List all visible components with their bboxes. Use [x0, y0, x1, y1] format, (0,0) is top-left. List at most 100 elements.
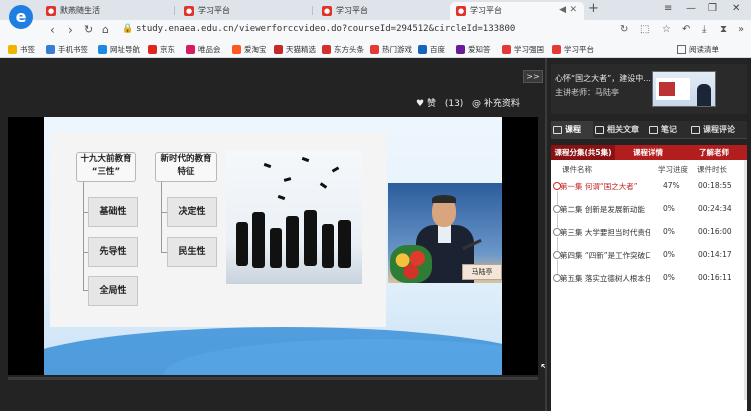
graduates-photo	[226, 150, 362, 284]
browser-logo-icon[interactable]: e	[9, 5, 33, 29]
lesson-row[interactable]: 第五集 落实立德树人根本任务 0% 00:16:11	[551, 269, 747, 289]
diagram-heading-left: 十九大前教育 “三性”	[76, 152, 136, 182]
globe-icon	[98, 45, 107, 54]
site-icon	[502, 45, 511, 54]
download-icon[interactable]: ⤓	[702, 24, 706, 35]
browser-window: ● 默燕随生活 ● 学习平台 ● 学习平台 ● 学习平台 ◀ ✕ + ≡ — ❐…	[0, 0, 751, 411]
supplement-link[interactable]: @ 补充资料	[472, 96, 520, 109]
extensions-icon[interactable]: ⬚	[640, 24, 649, 35]
bookmark-item[interactable]: 书签	[8, 44, 35, 55]
tab-related-articles[interactable]: 相关文章	[593, 121, 647, 139]
reload-icon[interactable]: ↻	[84, 23, 93, 36]
address-bar: ‹ › ↻ ⌂ 🔒 study.enaea.edu.cn/viewerforcc…	[0, 20, 751, 41]
note-icon	[649, 126, 658, 134]
like-button[interactable]: ♥ 赞 (13)	[416, 96, 463, 109]
lock-icon: 🔒	[122, 24, 134, 34]
collapse-panel-button[interactable]: >>	[523, 70, 543, 83]
video-progress-bar[interactable]	[8, 377, 538, 380]
bookmark-item[interactable]: 东方头条	[322, 44, 364, 55]
history-icon[interactable]: ⧗	[720, 24, 727, 35]
bookmarks-bar: 书签 手机书签 网址导航 京东 唯品会 爱淘宝 天猫精选 东方头条 热门游戏 百…	[0, 41, 751, 58]
star-icon	[8, 45, 17, 54]
app-icon: ●	[46, 6, 56, 16]
more-icon[interactable]: »	[738, 24, 744, 35]
diagram-node: 民生性	[167, 237, 217, 267]
game-icon	[370, 45, 379, 54]
sub-tabs: 课程分集(共5集) 课程详情 了解老师	[551, 145, 747, 160]
lesson-row[interactable]: 第三集 大学要担当时代责任 0% 00:16:00	[551, 223, 747, 251]
favorite-icon[interactable]: ☆	[662, 24, 671, 35]
panel-scrollbar[interactable]	[744, 160, 747, 400]
panel-tabs: 课程 相关文章 笔记 课程评论	[551, 121, 747, 139]
diagram-node: 全局性	[88, 276, 138, 306]
attachment-icon: @	[472, 99, 481, 109]
like-count: (13)	[444, 99, 464, 109]
column-name: 课件名称	[562, 165, 592, 174]
tab-course[interactable]: 课程	[551, 121, 593, 139]
tab-notes[interactable]: 笔记	[647, 121, 689, 139]
phone-icon	[46, 45, 55, 54]
site-icon	[186, 45, 195, 54]
bookmark-item[interactable]: 京东	[148, 44, 175, 55]
bookmark-item[interactable]: 天猫精选	[274, 44, 316, 55]
site-icon	[274, 45, 283, 54]
tab-comments[interactable]: 课程评论	[689, 121, 747, 139]
tab-label: 学习平台	[198, 6, 230, 15]
new-tab-button[interactable]: +	[588, 1, 599, 16]
undo-icon[interactable]: ↶	[682, 24, 690, 35]
menu-icon[interactable]: ≡	[664, 3, 672, 14]
tab-label: 默燕随生活	[60, 6, 100, 15]
maximize-icon[interactable]: ❐	[708, 3, 717, 14]
tab-2[interactable]: ● 学习平台	[178, 2, 308, 20]
comment-icon	[691, 126, 700, 134]
subtab-episodes[interactable]: 课程分集(共5集)	[551, 145, 615, 160]
bookmark-item[interactable]: 爱知答	[456, 44, 491, 55]
diagram-node: 先导性	[88, 237, 138, 267]
column-duration: 课件时长	[697, 165, 727, 174]
bookmark-item[interactable]: 手机书签	[46, 44, 88, 55]
back-icon[interactable]: ‹	[50, 23, 55, 37]
reading-list-icon	[677, 45, 686, 54]
bookmark-item[interactable]: 唯品会	[186, 44, 221, 55]
app-icon: ●	[322, 6, 332, 16]
bookmark-item[interactable]: 热门游戏	[370, 44, 412, 55]
tab-label: 学习平台	[336, 6, 368, 15]
home-icon[interactable]: ⌂	[102, 23, 109, 36]
site-icon	[418, 45, 427, 54]
tab-bar: ● 默燕随生活 ● 学习平台 ● 学习平台 ● 学习平台 ◀ ✕ + ≡ — ❐…	[0, 0, 751, 20]
list-icon	[553, 126, 562, 134]
mute-icon[interactable]: ◀	[559, 2, 566, 19]
window-close-icon[interactable]: ✕	[732, 3, 740, 14]
course-title: 心怀“国之大者”，建设中...	[555, 74, 651, 83]
subtab-teacher[interactable]: 了解老师	[681, 145, 747, 160]
refresh-icon[interactable]: ↻	[620, 24, 628, 35]
lesson-row[interactable]: 第四集 “四新”是工作突破口 0% 00:14:17	[551, 246, 747, 274]
close-tab-icon[interactable]: ✕	[569, 2, 577, 19]
reading-list[interactable]: 阅读清单	[677, 44, 719, 55]
diagram-heading-right: 新时代的教育 特征	[155, 152, 217, 182]
lesson-row[interactable]: 第一集 何谓“国之大者” 47% 00:18:55	[551, 177, 747, 205]
subtab-details[interactable]: 课程详情	[615, 145, 681, 160]
lesson-row[interactable]: 第二集 创新是发展新动能 0% 00:24:34	[551, 200, 747, 228]
bookmark-item[interactable]: 网址导航	[98, 44, 140, 55]
site-icon	[148, 45, 157, 54]
bookmark-item[interactable]: 爱淘宝	[232, 44, 267, 55]
site-icon	[232, 45, 241, 54]
site-icon	[322, 45, 331, 54]
tab-label: 学习平台	[470, 6, 502, 15]
bookmark-item[interactable]: 学习平台	[552, 44, 594, 55]
presenter-nameplate: 马陆亭	[462, 264, 502, 280]
tab-1[interactable]: ● 默燕随生活	[40, 2, 170, 20]
heart-icon: ♥	[416, 99, 425, 109]
minimize-icon[interactable]: —	[686, 3, 696, 14]
bookmark-item[interactable]: 百度	[418, 44, 445, 55]
article-icon	[595, 126, 604, 134]
forward-icon[interactable]: ›	[68, 23, 73, 37]
tab-4-active[interactable]: ● 学习平台 ◀ ✕	[450, 2, 584, 20]
tab-3[interactable]: ● 学习平台	[316, 2, 446, 20]
column-progress: 学习进度	[658, 165, 688, 174]
course-lecturer: 主讲老师：马陆亭	[555, 88, 619, 97]
bookmark-item[interactable]: 学习强国	[502, 44, 544, 55]
url-input[interactable]: study.enaea.edu.cn/viewerforccvideo.do?c…	[136, 24, 515, 34]
diagram-node: 决定性	[167, 197, 217, 227]
